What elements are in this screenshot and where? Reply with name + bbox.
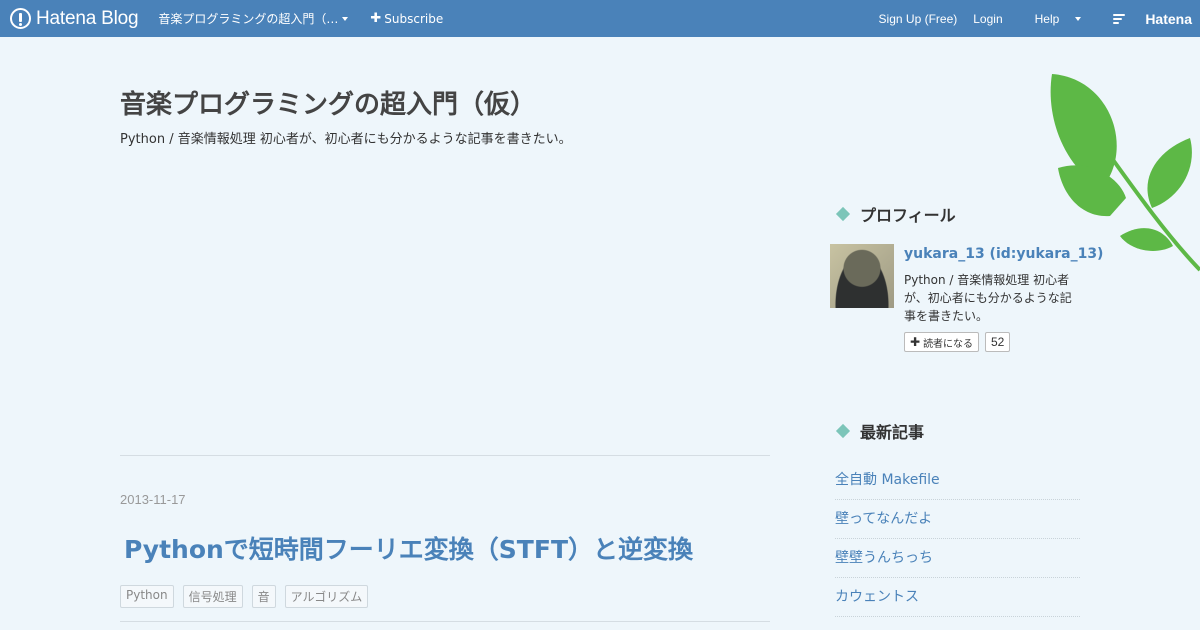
hatena-blog-logo-icon [10, 8, 31, 29]
hatena-label: Hatena [1145, 10, 1192, 27]
hatena-logo[interactable]: Hatena [1097, 11, 1192, 27]
hatena-blog-logo[interactable]: Hatena Blog [10, 7, 139, 30]
profile-module-title: プロフィール [835, 202, 956, 226]
plus-icon: ✚ [910, 335, 921, 349]
recent-entry-link[interactable]: 壁壁うんちっち [835, 539, 1080, 578]
blog-menu-dropdown[interactable]: 音楽プログラミングの超入門（… [158, 10, 349, 27]
recent-module-title: 最新記事 [835, 419, 925, 443]
subscribe-label: Subscribe [384, 11, 444, 26]
caret-down-icon [1075, 16, 1082, 21]
subscriber-count[interactable]: 52 [985, 332, 1011, 352]
recent-entry-link[interactable]: 壁ってなんだよ [835, 500, 1080, 539]
subscribe-reader-button[interactable]: ✚ 読者になる [904, 332, 980, 352]
profile-name-link[interactable]: yukara_13 (id:yukara_13) [904, 246, 1103, 262]
help-dropdown[interactable]: Help [1019, 12, 1082, 26]
tag-algorithm[interactable]: アルゴリズム [284, 585, 369, 608]
blog-menu-label: 音楽プログラミングの超入門（… [158, 12, 339, 26]
hatena-lines-icon [1113, 12, 1126, 26]
help-label: Help [1034, 11, 1060, 26]
blog-description: Python / 音楽情報処理 初心者が、初心者にも分かるような記事を書きたい。 [120, 132, 572, 147]
entry-date[interactable]: 2013-11-17 [120, 492, 186, 507]
logo-text: Hatena Blog [36, 7, 139, 29]
topbar-right-nav: Sign Up (Free) Login Help Hatena [863, 11, 1200, 27]
recent-entries-list: 全自動 Makefile 壁ってなんだよ 壁壁うんちっち カウェントス [835, 461, 1080, 617]
subscribe-reader-label: 読者になる [923, 338, 974, 350]
subscribe-link[interactable]: ✚ Subscribe [370, 11, 443, 26]
recent-title: 最新記事 [860, 423, 925, 442]
global-header: Hatena Blog 音楽プログラミングの超入門（… ✚ Subscribe … [0, 0, 1200, 37]
diamond-icon [835, 206, 851, 222]
recent-entry-link[interactable]: カウェントス [835, 578, 1080, 617]
tag-sound[interactable]: 音 [251, 585, 276, 608]
plus-icon: ✚ [370, 11, 382, 26]
login-link[interactable]: Login [973, 12, 1002, 26]
tag-python[interactable]: Python [120, 585, 174, 608]
blog-title[interactable]: 音楽プログラミングの超入門（仮） [120, 84, 536, 121]
tag-signal-processing[interactable]: 信号処理 [182, 585, 243, 608]
tags-divider [120, 621, 770, 622]
avatar[interactable] [830, 244, 894, 308]
recent-entry-link[interactable]: 全自動 Makefile [835, 461, 1080, 500]
signup-link[interactable]: Sign Up (Free) [879, 12, 958, 26]
diamond-icon [835, 423, 851, 439]
content-divider [120, 455, 770, 456]
entry-tags: Python 信号処理 音 アルゴリズム [120, 585, 377, 608]
profile-title: プロフィール [860, 206, 956, 225]
profile-description: Python / 音楽情報処理 初心者が、初心者にも分かるような記事を書きたい。 [904, 273, 1072, 323]
caret-down-icon [342, 16, 349, 21]
entry-title[interactable]: Pythonで短時間フーリエ変換（STFT）と逆変換 [124, 530, 693, 566]
